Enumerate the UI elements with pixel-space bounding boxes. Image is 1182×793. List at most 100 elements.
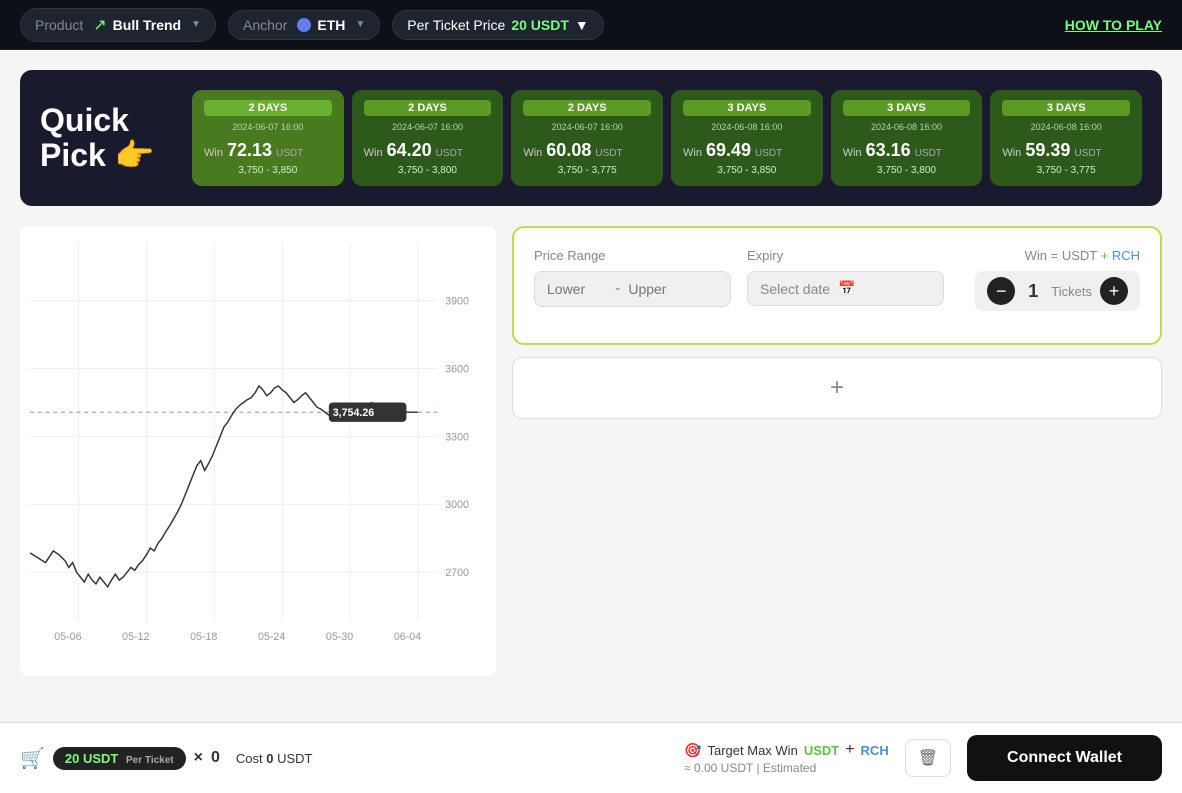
win-row: Win 72.13 USDT bbox=[204, 140, 332, 161]
win-row: Win 59.39 USDT bbox=[1002, 140, 1130, 161]
upper-input[interactable] bbox=[628, 281, 688, 297]
range-text: 3,750 - 3,850 bbox=[683, 165, 811, 176]
product-value: Bull Trend bbox=[113, 17, 181, 33]
date-text: 2024-06-07 16:00 bbox=[523, 122, 651, 132]
product-label: Product bbox=[35, 17, 83, 33]
date-text: 2024-06-08 16:00 bbox=[683, 122, 811, 132]
expiry-section: Expiry Select date 📅 bbox=[747, 248, 944, 306]
anchor-selector[interactable]: Anchor ETH ▼ bbox=[228, 10, 380, 40]
target-row: 🎯 Target Max Win USDT + RCH bbox=[684, 741, 889, 759]
win-section: Win = USDT + RCH − 1 Tickets + bbox=[960, 248, 1140, 311]
date-text: 2024-06-07 16:00 bbox=[204, 122, 332, 132]
cart-area: 🛒 20 USDT Per Ticket × 0 bbox=[20, 746, 220, 771]
win-currency: USDT bbox=[915, 148, 942, 159]
svg-text:05-24: 05-24 bbox=[258, 631, 285, 643]
price-range-card: Price Range - Expiry Select date 📅 bbox=[512, 226, 1162, 345]
svg-text:3300: 3300 bbox=[445, 431, 469, 443]
lower-input[interactable] bbox=[547, 281, 607, 297]
cost-value: 0 bbox=[266, 751, 273, 766]
eth-icon bbox=[297, 18, 311, 32]
chart-container: 3900 3600 3300 3000 2700 05-06 05-12 05-… bbox=[30, 236, 486, 666]
price-range-input-row[interactable]: - bbox=[534, 271, 731, 307]
cart-icon: 🛒 bbox=[20, 746, 45, 771]
add-row-button[interactable]: + bbox=[512, 357, 1162, 419]
win-amount: 69.49 bbox=[706, 140, 751, 161]
connect-wallet-button[interactable]: Connect Wallet bbox=[967, 735, 1162, 781]
quick-pick-cards: 2 DAYS 2024-06-07 16:00 Win 72.13 USDT 3… bbox=[192, 90, 1142, 186]
target-icon: 🎯 bbox=[684, 742, 701, 759]
svg-text:3000: 3000 bbox=[445, 499, 469, 511]
date-input-row[interactable]: Select date 📅 bbox=[747, 271, 944, 306]
ticket-count: 1 bbox=[1023, 281, 1043, 302]
product-chevron-icon: ▼ bbox=[191, 19, 201, 30]
svg-text:05-06: 05-06 bbox=[54, 631, 81, 643]
target-usdt: USDT bbox=[804, 743, 839, 758]
ticket-row: − 1 Tickets + bbox=[975, 271, 1140, 311]
win-amount: 72.13 bbox=[227, 140, 272, 161]
price-range-section: Price Range - bbox=[534, 248, 731, 307]
per-ticket-selector[interactable]: Per Ticket Price 20 USDT ▼ bbox=[392, 10, 603, 40]
product-selector[interactable]: Product ↗ Bull Trend ▼ bbox=[20, 8, 216, 42]
decrease-tickets-button[interactable]: − bbox=[987, 277, 1015, 305]
win-currency: USDT bbox=[276, 148, 303, 159]
quick-pick-card-2[interactable]: 2 DAYS 2024-06-07 16:00 Win 60.08 USDT 3… bbox=[511, 90, 663, 186]
bottom-bar: 🛒 20 USDT Per Ticket × 0 Cost 0 USDT 🎯 T… bbox=[0, 722, 1182, 793]
win-label: Win bbox=[843, 147, 862, 159]
expiry-label: Expiry bbox=[747, 248, 944, 263]
price-tag-value: 20 USDT bbox=[65, 751, 118, 766]
price-tag: 20 USDT Per Ticket bbox=[53, 747, 186, 770]
right-panel: Price Range - Expiry Select date 📅 bbox=[512, 226, 1162, 419]
range-separator: - bbox=[615, 280, 620, 298]
anchor-chevron-icon: ▼ bbox=[355, 19, 365, 30]
range-text: 3,750 - 3,800 bbox=[364, 165, 492, 176]
win-currency: USDT bbox=[595, 148, 622, 159]
calendar-icon[interactable]: 📅 bbox=[838, 280, 855, 297]
win-row: Win 60.08 USDT bbox=[523, 140, 651, 161]
win-label: Win bbox=[683, 147, 702, 159]
quick-pick-card-5[interactable]: 3 DAYS 2024-06-08 16:00 Win 59.39 USDT 3… bbox=[990, 90, 1142, 186]
win-currency: USDT bbox=[436, 148, 463, 159]
range-text: 3,750 - 3,800 bbox=[843, 165, 971, 176]
win-display: Win = USDT + RCH bbox=[1025, 248, 1140, 263]
svg-text:3,754.26: 3,754.26 bbox=[333, 407, 375, 419]
top-navigation: Product ↗ Bull Trend ▼ Anchor ETH ▼ Per … bbox=[0, 0, 1182, 50]
tickets-label: Tickets bbox=[1051, 284, 1092, 299]
win-amount: 60.08 bbox=[546, 140, 591, 161]
price-range-label: Price Range bbox=[534, 248, 731, 263]
main-content: Quick Pick 👉 2 DAYS 2024-06-07 16:00 Win… bbox=[0, 50, 1182, 793]
quick-pick-card-1[interactable]: 2 DAYS 2024-06-07 16:00 Win 64.20 USDT 3… bbox=[352, 90, 504, 186]
range-text: 3,750 - 3,850 bbox=[204, 165, 332, 176]
win-row: Win 63.16 USDT bbox=[843, 140, 971, 161]
price-chart: 3900 3600 3300 3000 2700 05-06 05-12 05-… bbox=[30, 236, 486, 666]
win-label: Win bbox=[204, 147, 223, 159]
quick-pick-card-0[interactable]: 2 DAYS 2024-06-07 16:00 Win 72.13 USDT 3… bbox=[192, 90, 344, 186]
lower-section: 3900 3600 3300 3000 2700 05-06 05-12 05-… bbox=[20, 226, 1162, 676]
card-row-inputs: Price Range - Expiry Select date 📅 bbox=[534, 248, 1140, 311]
days-badge: 3 DAYS bbox=[683, 100, 811, 116]
increase-tickets-button[interactable]: + bbox=[1100, 277, 1128, 305]
win-currency: USDT bbox=[755, 148, 782, 159]
days-badge: 2 DAYS bbox=[204, 100, 332, 116]
date-text: 2024-06-08 16:00 bbox=[1002, 122, 1130, 132]
hand-emoji-icon: 👉 bbox=[115, 137, 155, 173]
target-label: Target Max Win bbox=[708, 743, 798, 758]
svg-text:3900: 3900 bbox=[445, 295, 469, 307]
date-text: 2024-06-07 16:00 bbox=[364, 122, 492, 132]
quick-pick-card-3[interactable]: 3 DAYS 2024-06-08 16:00 Win 69.49 USDT 3… bbox=[671, 90, 823, 186]
anchor-label: Anchor bbox=[243, 17, 287, 33]
quick-pick-card-4[interactable]: 3 DAYS 2024-06-08 16:00 Win 63.16 USDT 3… bbox=[831, 90, 983, 186]
quantity-value: 0 bbox=[211, 749, 220, 767]
chart-area: 3900 3600 3300 3000 2700 05-06 05-12 05-… bbox=[20, 226, 496, 676]
quick-pick-title: Quick Pick 👉 bbox=[40, 103, 180, 173]
quick-pick-label: Quick Pick 👉 bbox=[40, 90, 180, 186]
per-ticket-label: Per Ticket Price bbox=[407, 17, 505, 33]
svg-text:2700: 2700 bbox=[445, 567, 469, 579]
how-to-play-link[interactable]: HOW TO PLAY bbox=[1065, 17, 1162, 33]
svg-text:3600: 3600 bbox=[445, 363, 469, 375]
trash-button[interactable]: 🗑 bbox=[905, 739, 951, 777]
win-amount: 59.39 bbox=[1025, 140, 1070, 161]
days-badge: 2 DAYS bbox=[364, 100, 492, 116]
svg-text:05-18: 05-18 bbox=[190, 631, 217, 643]
win-amount: 64.20 bbox=[387, 140, 432, 161]
cost-currency: USDT bbox=[277, 751, 312, 766]
